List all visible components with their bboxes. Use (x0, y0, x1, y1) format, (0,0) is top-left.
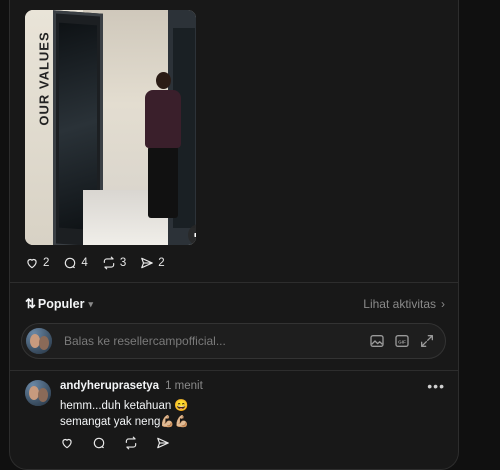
share-count: 2 (158, 257, 165, 269)
like-button[interactable]: 2 (25, 256, 49, 270)
comment-share-button[interactable] (156, 436, 170, 450)
video-person-body (145, 90, 181, 148)
reply-composer[interactable]: Balas ke resellercampofficial... GIF (21, 323, 446, 359)
chevron-down-icon: ▾ (88, 298, 93, 309)
view-activity-link[interactable]: Lihat aktivitas › (363, 297, 445, 311)
sort-dropdown[interactable]: ⇅ Populer ▾ (25, 296, 93, 312)
view-activity-label: Lihat aktivitas (363, 297, 436, 311)
divider (10, 282, 459, 283)
repost-icon (103, 256, 115, 270)
video-person (148, 146, 178, 218)
post-video[interactable]: OUR VALUES (25, 10, 196, 245)
comment-timestamp: 1 menit (165, 380, 203, 392)
divider (10, 370, 459, 371)
comment-header: andyheruprasetya 1 menit (60, 380, 203, 392)
repost-icon (125, 436, 137, 450)
sort-arrows-icon: ⇅ (25, 296, 36, 311)
reply-tools: GIF (360, 333, 435, 349)
speaker-muted-icon (194, 232, 196, 238)
gif-icon: GIF (395, 335, 409, 347)
replies-header: ⇅ Populer ▾ Lihat aktivitas › (25, 296, 445, 312)
avatar[interactable] (25, 380, 51, 406)
post-actions: 2 4 3 2 (25, 256, 179, 270)
reply-input[interactable]: Balas ke resellercampofficial... (64, 334, 360, 348)
expand-button[interactable] (419, 333, 435, 349)
comment-bubble-icon (93, 437, 105, 449)
comment-bubble-icon (65, 257, 76, 269)
sort-label: Populer (37, 297, 85, 311)
chevron-right-icon: › (441, 297, 445, 311)
expand-icon (421, 335, 433, 347)
like-count: 2 (43, 257, 50, 269)
comment-like-button[interactable] (60, 436, 74, 450)
repost-button[interactable]: 3 (102, 256, 126, 270)
more-options-icon[interactable]: ••• (427, 378, 445, 394)
image-icon (370, 335, 384, 347)
heart-icon (27, 258, 37, 269)
send-icon (141, 257, 154, 269)
image-button[interactable] (369, 333, 385, 349)
comment-repost-button[interactable] (124, 436, 138, 450)
heart-icon (62, 438, 72, 449)
comment-text-line-2: semangat yak neng💪🏼💪🏼 (60, 416, 190, 428)
gif-button[interactable]: GIF (394, 333, 410, 349)
video-person-head (156, 72, 171, 89)
comment-username[interactable]: andyheruprasetya (60, 380, 159, 392)
repost-count: 3 (119, 257, 127, 269)
comment-reply-button[interactable] (92, 436, 106, 450)
comment-actions (60, 436, 188, 450)
share-button[interactable]: 2 (140, 256, 165, 270)
avatar (26, 328, 52, 354)
comment-text-line-1: hemm...duh ketahuan 😄 (60, 400, 189, 412)
comment-count: 4 (81, 257, 88, 269)
send-icon (157, 437, 169, 449)
video-wall-text: OUR VALUES (36, 30, 52, 126)
svg-text:GIF: GIF (398, 339, 406, 344)
comment-button[interactable]: 4 (63, 256, 88, 270)
